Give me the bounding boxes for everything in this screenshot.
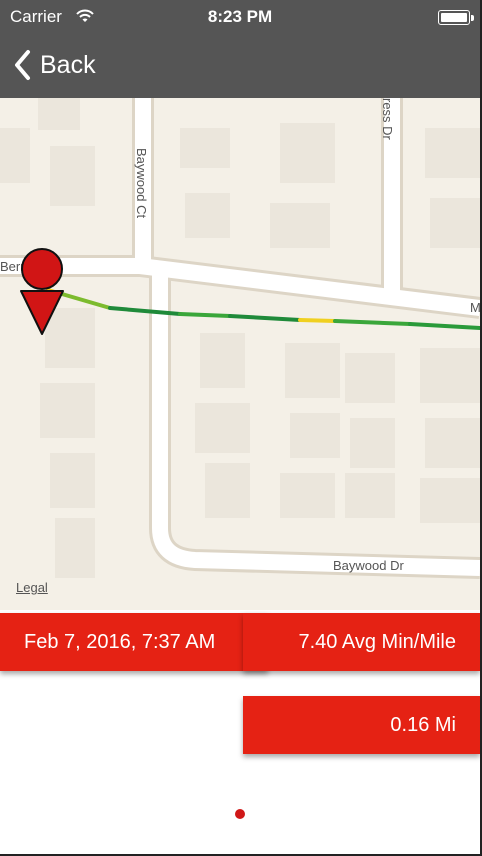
run-date: Feb 7, 2016, 7:37 AM — [24, 630, 216, 653]
legal-link[interactable]: Legal — [16, 580, 48, 595]
distance-card: 0.16 Mi — [243, 696, 480, 754]
navigation-bar: Back — [0, 34, 480, 98]
battery-icon — [438, 10, 474, 25]
back-label: Back — [40, 50, 96, 79]
map-buildings — [0, 98, 480, 578]
street-label-ress-dr: ress Dr — [380, 98, 395, 141]
chevron-left-icon — [15, 50, 30, 80]
street-label-m: M — [470, 300, 480, 315]
avg-pace: 7.40 Avg Min/Mile — [298, 630, 457, 653]
distance-value: 0.16 Mi — [390, 713, 456, 736]
clock: 8:23 PM — [207, 7, 273, 26]
page-indicator-dot[interactable] — [235, 809, 245, 819]
screen: Carrier 8:23 PM Back Baywood Ct Baywood … — [0, 0, 482, 856]
run-date-card: Feb 7, 2016, 7:37 AM — [0, 613, 268, 671]
map-canvas: Baywood Ct Baywood Dr Berri ress Dr M — [0, 98, 480, 579]
pace-card: 7.40 Avg Min/Mile — [243, 613, 480, 671]
street-label-baywood-dr: Baywood Dr — [333, 558, 404, 573]
back-button[interactable]: Back — [12, 48, 96, 82]
street-label-baywood-ct: Baywood Ct — [134, 148, 149, 218]
route-map[interactable]: Baywood Ct Baywood Dr Berri ress Dr M — [0, 98, 480, 610]
status-bar: Carrier 8:23 PM — [0, 0, 480, 34]
